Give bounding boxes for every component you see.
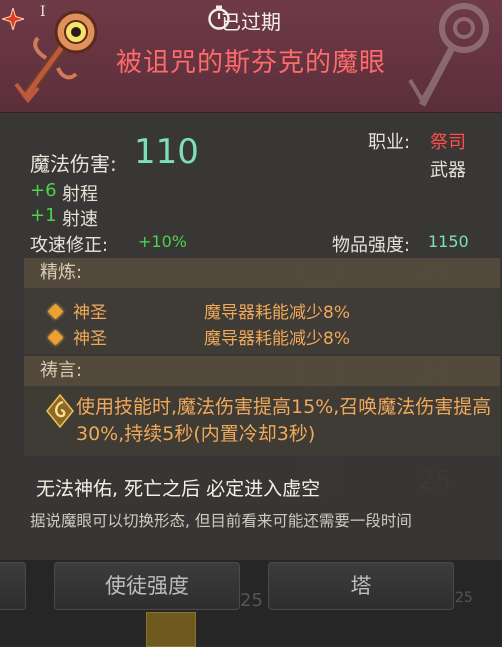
item-type: 武器 — [430, 160, 466, 181]
attack-speed-label: 攻速修正: — [30, 235, 109, 256]
refine-row: 神圣 — [47, 324, 107, 349]
item-tooltip: I 已过期 被诅咒的斯芬克的魔眼 魔法伤害: 110 +6 射程 +1 射速 攻… — [0, 0, 502, 560]
class-value: 祭司 — [430, 132, 466, 153]
gem-icon — [47, 303, 64, 320]
refine-row: 神圣 — [47, 298, 107, 323]
item-power-label: 物品强度: — [332, 235, 411, 256]
bonus-speed-value: +1 — [30, 205, 57, 226]
refine-header: 精炼: — [24, 258, 500, 288]
lore-text: 据说魔眼可以切换形态, 但目前看来可能还需要一段时间 — [30, 512, 412, 530]
prayer-rune-icon — [46, 394, 74, 428]
side-button[interactable] — [0, 562, 26, 610]
apostle-strength-button[interactable]: 使徒强度 — [54, 562, 240, 610]
item-power-value: 1150 — [428, 232, 469, 251]
background-number: 25 — [455, 590, 473, 606]
item-name: 被诅咒的斯芬克的魔眼 — [115, 48, 386, 78]
bonus-speed-label: 射速 — [62, 209, 98, 230]
magic-damage-label: 魔法伤害: — [30, 152, 117, 176]
attack-speed-value: +10% — [138, 232, 187, 251]
item-slot[interactable] — [146, 612, 196, 647]
expired-status: 已过期 — [221, 10, 281, 34]
bonus-range-value: +6 — [30, 180, 57, 201]
magic-damage-value: 110 — [134, 132, 199, 172]
class-label: 职业: — [368, 132, 411, 153]
curse-text: 无法神佑, 死亡之后 必定进入虚空 — [36, 478, 321, 500]
prayer-text: 使用技能时,魔法伤害提高15%,召唤魔法伤害提高30%,持续5秒(内置冷却3秒) — [76, 396, 492, 445]
refine-name: 神圣 — [73, 303, 107, 323]
background-number: 25 — [240, 590, 263, 611]
refine-effect: 魔导器耗能减少8% — [204, 303, 350, 323]
refine-effect: 魔导器耗能减少8% — [204, 329, 350, 349]
bonus-range-label: 射程 — [62, 184, 98, 205]
gem-icon — [47, 329, 64, 346]
tooltip-header: I 已过期 被诅咒的斯芬克的魔眼 — [0, 0, 502, 113]
tower-button[interactable]: 塔 — [268, 562, 454, 610]
prayer-header: 祷言: — [24, 356, 500, 386]
refine-name: 神圣 — [73, 329, 107, 349]
